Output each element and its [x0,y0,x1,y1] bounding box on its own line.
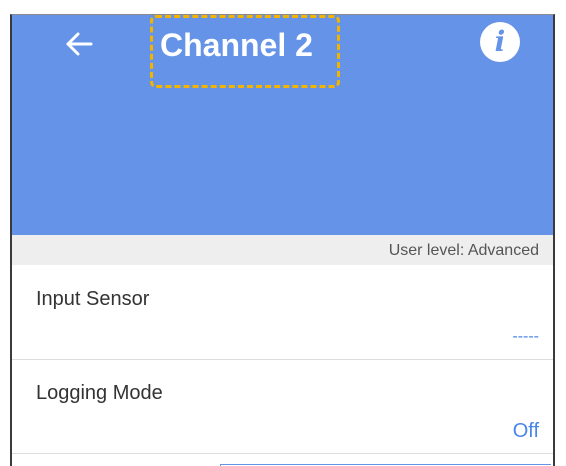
setting-row-logging-mode[interactable]: Logging Mode Off [12,361,553,453]
info-icon: i [494,25,506,58]
app-bar: Channel 2 i [12,15,553,235]
divider [12,453,553,454]
back-button[interactable] [62,27,96,61]
setting-value: ----- [512,328,539,345]
setting-label: Logging Mode [36,382,163,404]
arrow-back-icon [66,32,93,56]
user-level-bar: User level: Advanced [12,235,553,265]
setting-value: Off [512,420,539,442]
setting-label: Input Sensor [36,288,150,310]
info-button[interactable]: i [480,22,520,62]
divider [12,359,553,360]
user-level-label: User level: Advanced [388,242,539,259]
page-title: Channel 2 [160,27,313,63]
app-screen: Channel 2 i User level: Advanced Input S… [10,14,555,466]
setting-row-input-sensor[interactable]: Input Sensor ----- [12,267,553,359]
